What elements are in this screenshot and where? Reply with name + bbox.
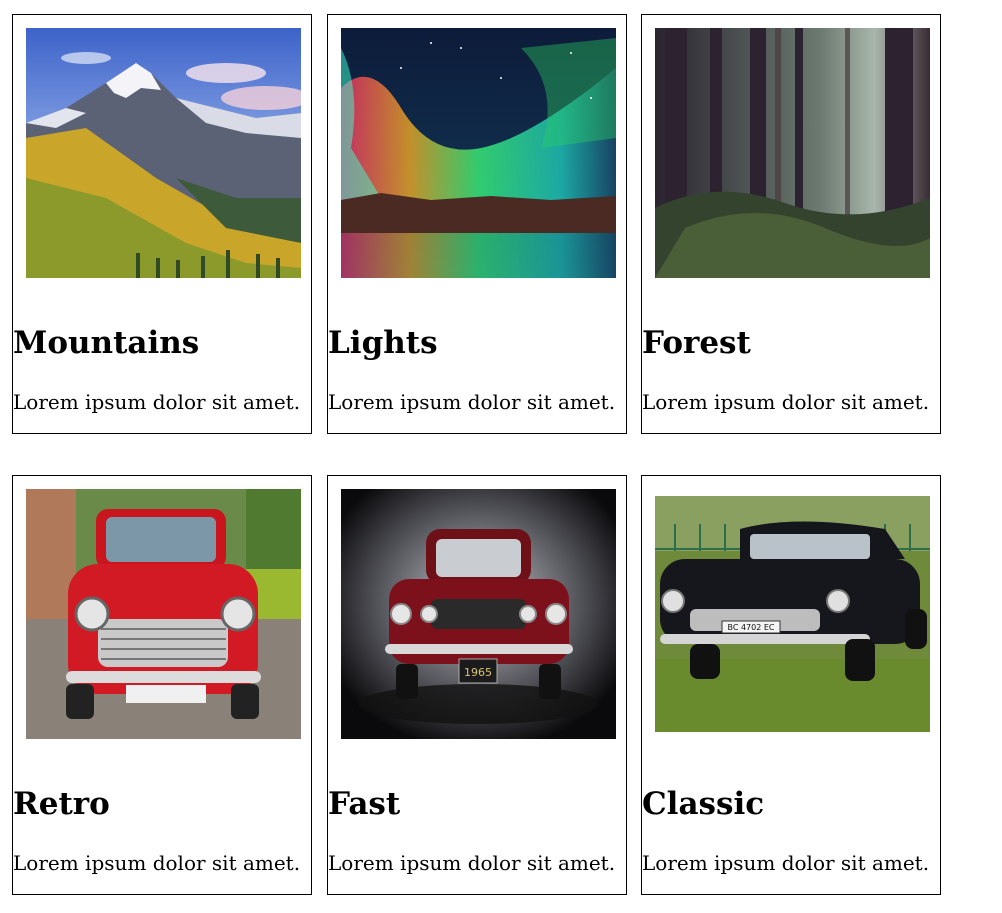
card-forest: Forest Lorem ipsum dolor sit amet. <box>641 14 941 434</box>
red-mustang-image: 1965 <box>341 489 616 739</box>
black-classic-car-image: BC 4702 EC <box>655 489 930 739</box>
card-text: Lorem ipsum dolor sit amet. <box>328 851 616 875</box>
card-text: Lorem ipsum dolor sit amet. <box>642 390 930 414</box>
card-text: Lorem ipsum dolor sit amet. <box>642 851 930 875</box>
red-mini-car-image <box>26 489 301 739</box>
card-title: Classic <box>642 786 765 822</box>
card-text: Lorem ipsum dolor sit amet. <box>328 390 616 414</box>
card-title: Fast <box>328 786 401 822</box>
mustang-plate-text: 1965 <box>464 666 492 679</box>
card-title: Forest <box>642 325 751 361</box>
card-lights: Lights Lorem ipsum dolor sit amet. <box>327 14 627 434</box>
aurora-image <box>341 28 616 278</box>
card-text: Lorem ipsum dolor sit amet. <box>13 851 301 875</box>
card-title: Lights <box>328 325 438 361</box>
forest-image <box>655 28 930 278</box>
card-title: Mountains <box>13 325 200 361</box>
card-text: Lorem ipsum dolor sit amet. <box>13 390 301 414</box>
card-fast: 1965 Fast Lorem ipsum dolor sit amet. <box>327 475 627 895</box>
card-retro: Retro Lorem ipsum dolor sit amet. <box>12 475 312 895</box>
classic-plate-text: BC 4702 EC <box>727 623 774 632</box>
card-classic: BC 4702 EC Classic Lorem ipsum dolor sit… <box>641 475 941 895</box>
card-title: Retro <box>13 786 110 822</box>
mountains-image <box>26 28 301 278</box>
card-mountains: Mountains Lorem ipsum dolor sit amet. <box>12 14 312 434</box>
